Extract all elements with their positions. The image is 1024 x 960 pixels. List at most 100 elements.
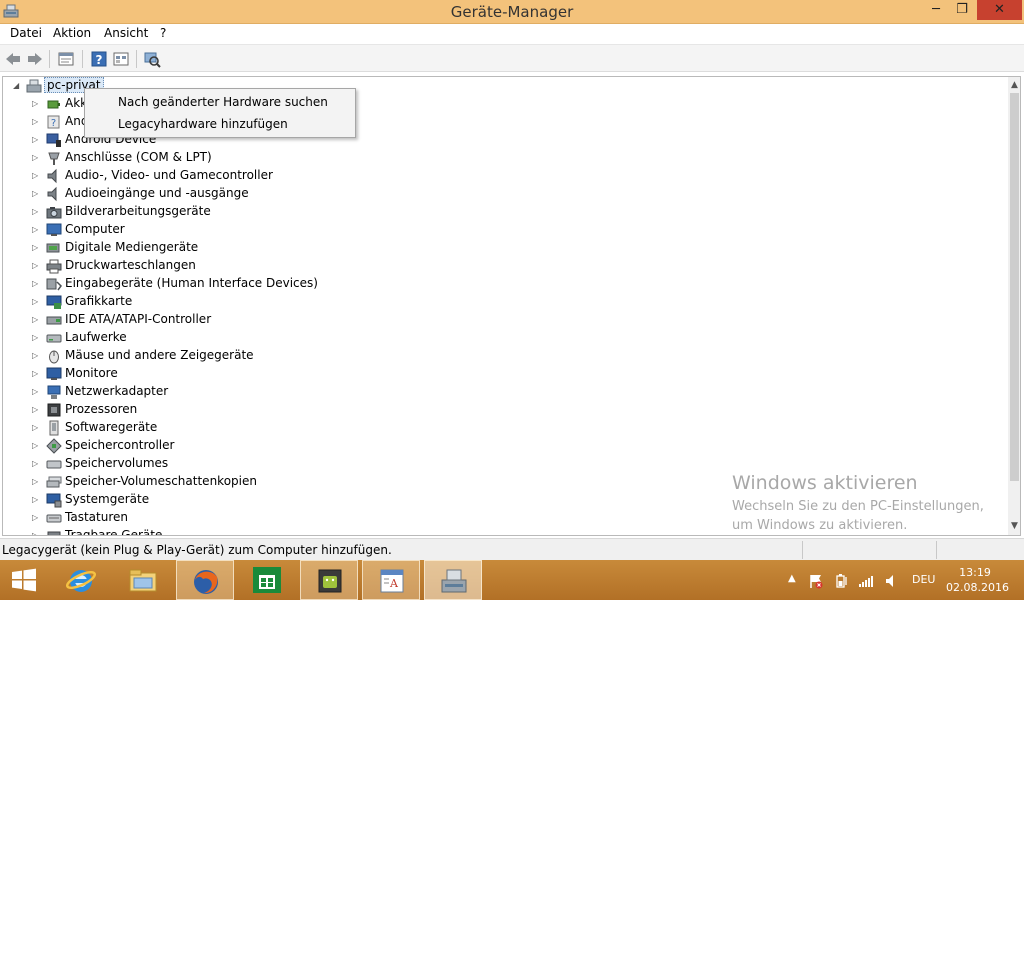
expand-arrow-icon[interactable]: ▷ xyxy=(32,261,42,271)
properties-icon[interactable] xyxy=(57,50,75,68)
volume-speaker-icon[interactable] xyxy=(884,573,900,589)
expand-arrow-icon[interactable]: ▷ xyxy=(32,207,42,217)
camera-icon xyxy=(46,207,62,219)
tree-node[interactable]: ▷ Speichervolumes xyxy=(3,455,603,473)
svg-text:?: ? xyxy=(51,118,56,129)
expand-arrow-icon[interactable]: ▷ xyxy=(32,333,42,343)
expand-arrow-icon[interactable]: ▷ xyxy=(32,171,42,181)
portable-device-icon xyxy=(47,531,61,535)
svg-text:?: ? xyxy=(96,53,103,67)
close-button[interactable]: ✕ xyxy=(977,0,1022,20)
tree-node-label: Mäuse und andere Zeigegeräte xyxy=(65,348,254,362)
device-tree-panel[interactable]: ◢pc-privat▷Akkus▷?Andere Geräte▷Android … xyxy=(2,76,1021,536)
tree-node[interactable]: ▷ Audio-, Video- und Gamecontroller xyxy=(3,167,603,185)
expand-arrow-icon[interactable]: ▷ xyxy=(32,135,42,145)
tree-node[interactable]: ▷ Prozessoren xyxy=(3,401,603,419)
taskbar-internet-explorer[interactable] xyxy=(52,560,110,600)
scrollbar-thumb[interactable] xyxy=(1010,93,1019,481)
taskbar-store[interactable] xyxy=(238,560,296,600)
menu-help[interactable]: ? xyxy=(160,26,166,40)
tree-node[interactable]: ▷ Bildverarbeitungsgeräte xyxy=(3,203,603,221)
tree-node[interactable]: ▷ Eingabegeräte (Human Interface Devices) xyxy=(3,275,603,293)
expand-arrow-icon[interactable]: ▷ xyxy=(32,513,42,523)
minimize-button[interactable]: ─ xyxy=(923,0,949,20)
context-menu-add-legacy-hardware[interactable]: Legacyhardware hinzufügen xyxy=(118,117,288,131)
start-button-windows-icon[interactable] xyxy=(10,568,38,592)
expand-arrow-icon[interactable]: ▷ xyxy=(32,279,42,289)
tree-node[interactable]: ▷ Softwaregeräte xyxy=(3,419,603,437)
show-hidden-icons-icon[interactable]: ▲ xyxy=(788,573,796,584)
tree-node[interactable]: ▷ Laufwerke xyxy=(3,329,603,347)
tree-node-label: Monitore xyxy=(65,366,118,380)
window-title: Geräte-Manager xyxy=(450,3,574,21)
taskbar-file-explorer[interactable] xyxy=(114,560,172,600)
tree-node[interactable]: ▷ Tastaturen xyxy=(3,509,603,527)
taskbar-clock[interactable]: 13:19 02.08.2016 xyxy=(946,565,1009,595)
tree-node[interactable]: ▷ Speicher-Volumeschattenkopien xyxy=(3,473,603,491)
expand-arrow-icon[interactable]: ▷ xyxy=(32,423,42,433)
tree-node[interactable]: ▷ Grafikkarte xyxy=(3,293,603,311)
tree-node[interactable]: ▷ Mäuse und andere Zeigegeräte xyxy=(3,347,603,365)
tree-node[interactable]: ▷ Druckwarteschlangen xyxy=(3,257,603,275)
context-menu-scan-hardware[interactable]: Nach geänderter Hardware suchen xyxy=(118,95,328,109)
clock-date: 02.08.2016 xyxy=(946,581,1009,594)
tree-node[interactable]: ▷ Tragbare Geräte xyxy=(3,527,603,535)
status-text: Legacygerät (kein Plug & Play-Gerät) zum… xyxy=(2,543,392,557)
expand-arrow-icon[interactable]: ▷ xyxy=(32,189,42,199)
android-device-icon xyxy=(46,133,61,147)
expand-arrow-icon[interactable]: ▷ xyxy=(32,117,42,127)
expand-arrow-icon[interactable]: ▷ xyxy=(32,387,42,397)
scroll-down-icon[interactable]: ▼ xyxy=(1008,518,1020,534)
network-signal-icon[interactable] xyxy=(858,573,874,589)
tree-node[interactable]: ▷ Anschlüsse (COM & LPT) xyxy=(3,149,603,167)
expand-arrow-icon[interactable]: ▷ xyxy=(32,99,42,109)
collapse-arrow-icon[interactable]: ◢ xyxy=(13,81,23,91)
tree-node[interactable]: ▷ Speichercontroller xyxy=(3,437,603,455)
expand-arrow-icon[interactable]: ▷ xyxy=(32,153,42,163)
expand-arrow-icon[interactable]: ▷ xyxy=(32,531,42,535)
firefox-icon xyxy=(194,570,218,594)
scroll-up-icon[interactable]: ▲ xyxy=(1008,77,1020,93)
tree-node[interactable]: ▷ Systemgeräte xyxy=(3,491,603,509)
expand-arrow-icon[interactable]: ▷ xyxy=(32,315,42,325)
title-bar[interactable]: Geräte-Manager ─ ❐ ✕ xyxy=(0,0,1024,24)
details-view-icon[interactable] xyxy=(112,50,130,68)
expand-arrow-icon[interactable]: ▷ xyxy=(32,297,42,307)
expand-arrow-icon[interactable]: ▷ xyxy=(32,243,42,253)
expand-arrow-icon[interactable]: ▷ xyxy=(32,405,42,415)
expand-arrow-icon[interactable]: ▷ xyxy=(32,369,42,379)
action-center-flag-icon[interactable] xyxy=(808,573,824,589)
forward-arrow-icon[interactable] xyxy=(26,50,44,68)
tree-node[interactable]: ▷ Digitale Mediengeräte xyxy=(3,239,603,257)
device-tree[interactable]: ◢pc-privat▷Akkus▷?Andere Geräte▷Android … xyxy=(3,77,1007,535)
tree-node[interactable]: ▷ Netzwerkadapter xyxy=(3,383,603,401)
expand-arrow-icon[interactable]: ▷ xyxy=(32,441,42,451)
menu-aktion[interactable]: Aktion xyxy=(53,26,91,40)
taskbar-android-app[interactable] xyxy=(300,560,358,600)
tree-node-label: Netzwerkadapter xyxy=(65,384,169,398)
tree-node[interactable]: ▷ Audioeingänge und -ausgänge xyxy=(3,185,603,203)
taskbar-firefox[interactable] xyxy=(176,560,234,600)
input-language-indicator[interactable]: DEU xyxy=(912,573,935,586)
tree-node[interactable]: ▷ Monitore xyxy=(3,365,603,383)
expand-arrow-icon[interactable]: ▷ xyxy=(32,225,42,235)
expand-arrow-icon[interactable]: ▷ xyxy=(32,477,42,487)
expand-arrow-icon[interactable]: ▷ xyxy=(32,351,42,361)
help-icon[interactable]: ? xyxy=(90,50,108,68)
battery-power-icon[interactable] xyxy=(834,573,850,589)
expand-arrow-icon[interactable]: ▷ xyxy=(32,495,42,505)
tree-node[interactable]: ▷ IDE ATA/ATAPI-Controller xyxy=(3,311,603,329)
taskbar-document-app[interactable]: A xyxy=(362,560,420,600)
tree-node[interactable]: ▷ Computer xyxy=(3,221,603,239)
expand-arrow-icon[interactable]: ▷ xyxy=(32,459,42,469)
watermark-text: Wechseln Sie zu den PC-Einstellungen, um… xyxy=(732,497,984,535)
back-arrow-icon[interactable] xyxy=(4,50,22,68)
vertical-scrollbar[interactable]: ▲ ▼ xyxy=(1008,77,1020,535)
taskbar-device-manager[interactable] xyxy=(424,560,482,600)
maximize-button[interactable]: ❐ xyxy=(949,0,975,20)
scan-hardware-icon[interactable] xyxy=(143,50,161,68)
menu-datei[interactable]: Datei xyxy=(10,26,42,40)
menu-ansicht[interactable]: Ansicht xyxy=(104,26,148,40)
watermark-line-1: Wechseln Sie zu den PC-Einstellungen, xyxy=(732,499,984,514)
drive-icon xyxy=(46,334,62,343)
